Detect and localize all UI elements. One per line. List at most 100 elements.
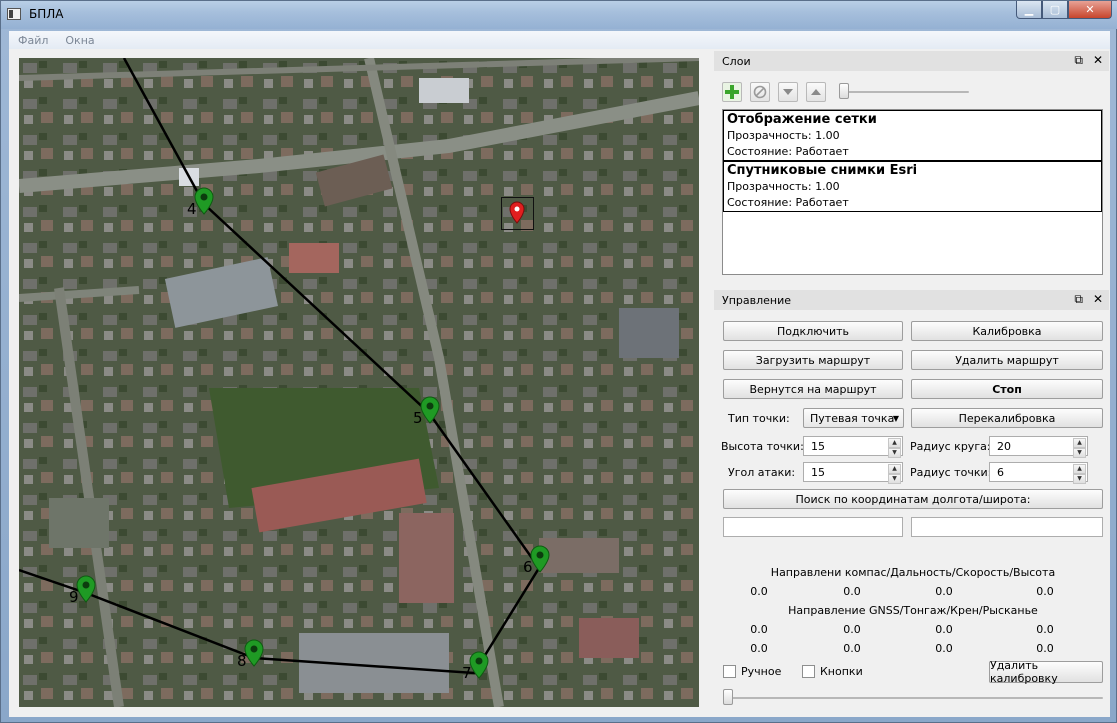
manual-checkbox[interactable]: Ручное — [723, 665, 781, 678]
waypoint-6[interactable]: 6 — [523, 544, 553, 576]
buttons-checkbox[interactable]: Кнопки — [802, 665, 863, 678]
telemetry-value: 0.0 — [935, 585, 953, 598]
delete-route-button[interactable]: Удалить маршрут — [911, 350, 1103, 370]
load-route-button[interactable]: Загрузить маршрут — [723, 350, 903, 370]
circle-radius-value: 20 — [997, 439, 1011, 453]
waypoint-8[interactable]: 8 — [237, 638, 267, 670]
layer-item[interactable]: Отображение сетки Прозрачность: 1.00 Сос… — [723, 110, 1102, 161]
menu-windows[interactable]: Окна — [65, 34, 94, 47]
title-bar[interactable]: БПЛА ▁ ▢ ✕ — [1, 1, 1117, 29]
telemetry-value: 0.0 — [1036, 623, 1054, 636]
layer-name: Спутниковые снимки Esri — [727, 163, 918, 178]
maximize-button[interactable]: ▢ — [1042, 1, 1068, 19]
point-type-select[interactable]: Путевая точка ▼ — [803, 408, 904, 428]
spin-down-icon[interactable]: ▼ — [1073, 448, 1086, 458]
waypoint-4[interactable]: 4 — [187, 186, 217, 218]
app-icon — [7, 8, 21, 20]
delete-calibration-button[interactable]: Удалить калибровку — [989, 659, 1103, 685]
attack-angle-spinbox[interactable]: 15 ▲ ▼ — [803, 462, 903, 484]
menu-file[interactable]: Файл — [18, 34, 48, 47]
triangle-down-icon — [783, 89, 793, 95]
layer-item[interactable]: Спутниковые снимки Esri Прозрачность: 1.… — [723, 161, 1102, 212]
map-canvas[interactable] — [19, 58, 699, 707]
layer-name: Отображение сетки — [727, 112, 877, 127]
undock-icon[interactable]: ⧉ — [1074, 292, 1083, 307]
longitude-input[interactable] — [723, 517, 903, 537]
spin-up-icon[interactable]: ▲ — [1073, 438, 1086, 448]
close-button[interactable]: ✕ — [1068, 1, 1112, 19]
plus-icon — [725, 85, 739, 99]
satellite-map[interactable]: 4 5 6 7 8 9 — [19, 58, 699, 707]
move-layer-down-button[interactable] — [778, 82, 798, 102]
attack-angle-label: Угол атаки: — [728, 466, 796, 479]
layers-dock-title: Слои ⧉ ✕ — [714, 51, 1109, 71]
telemetry-value: 0.0 — [935, 642, 953, 655]
waypoint-label: 9 — [69, 588, 79, 606]
telemetry-value: 0.0 — [843, 585, 861, 598]
triangle-up-icon — [811, 89, 821, 95]
latitude-input[interactable] — [911, 517, 1103, 537]
waypoint-label: 8 — [237, 652, 247, 670]
move-layer-up-button[interactable] — [806, 82, 826, 102]
connect-button[interactable]: Подключить — [723, 321, 903, 341]
return-route-button[interactable]: Вернутся на маршрут — [723, 379, 903, 399]
main-area: 4 5 6 7 8 9 Слои ⧉ ✕ Отображение сетки П… — [9, 49, 1110, 717]
telemetry-value: 0.0 — [750, 585, 768, 598]
spin-down-icon[interactable]: ▼ — [888, 474, 901, 484]
minimize-button[interactable]: ▁ — [1016, 1, 1042, 19]
waypoint-5[interactable]: 5 — [413, 395, 443, 427]
telemetry-caption-1: Направлени компас/Дальность/Скорость/Выс… — [770, 566, 1056, 579]
point-radius-value: 6 — [997, 465, 1004, 479]
buttons-label: Кнопки — [820, 665, 863, 678]
bottom-slider[interactable] — [723, 689, 733, 705]
control-dock-title: Управление ⧉ ✕ — [714, 290, 1109, 310]
red-pin-icon — [509, 201, 525, 224]
point-radius-spinbox[interactable]: 6 ▲ ▼ — [989, 462, 1088, 484]
window-title: БПЛА — [29, 7, 64, 21]
layer-state: Состояние: Работает — [727, 196, 849, 209]
stop-button[interactable]: Стоп — [911, 379, 1103, 399]
bottom-slider-track[interactable] — [725, 697, 1103, 699]
chevron-down-icon: ▼ — [892, 414, 899, 423]
layers-title: Слои — [722, 54, 751, 68]
layer-opacity-track[interactable] — [844, 91, 969, 93]
recalibrate-button[interactable]: Перекалибровка — [911, 408, 1103, 428]
waypoint-label: 4 — [187, 200, 197, 218]
spin-up-icon[interactable]: ▲ — [888, 438, 901, 448]
circle-radius-label: Радиус круга: — [910, 440, 991, 453]
target-marker[interactable] — [501, 197, 534, 230]
layer-opacity: Прозрачность: 1.00 — [727, 129, 840, 142]
point-radius-label: Радиус точки: — [910, 466, 992, 479]
spin-down-icon[interactable]: ▼ — [888, 448, 901, 458]
point-height-label: Высота точки: — [721, 440, 804, 453]
app-window: БПЛА ▁ ▢ ✕ Файл Окна 4 5 6 7 8 9 Слои ⧉ … — [0, 0, 1117, 723]
control-title: Управление — [722, 293, 792, 307]
spin-up-icon[interactable]: ▲ — [888, 464, 901, 474]
telemetry-caption-2: Направление GNSS/Тонгаж/Крен/Рысканье — [788, 604, 1038, 617]
layers-list[interactable]: Отображение сетки Прозрачность: 1.00 Сос… — [722, 109, 1103, 275]
telemetry-value: 0.0 — [1036, 585, 1054, 598]
telemetry-value: 0.0 — [843, 623, 861, 636]
checkbox-box[interactable] — [723, 665, 736, 678]
checkbox-box[interactable] — [802, 665, 815, 678]
spin-up-icon[interactable]: ▲ — [1073, 464, 1086, 474]
disable-layer-button[interactable] — [750, 82, 770, 102]
point-type-label: Тип точки: — [728, 412, 790, 425]
undock-icon[interactable]: ⧉ — [1074, 53, 1083, 68]
layers-toolbar — [722, 81, 826, 103]
waypoint-label: 7 — [462, 664, 472, 682]
search-coords-button[interactable]: Поиск по координатам долгота/широта: — [723, 489, 1103, 509]
calibrate-button[interactable]: Калибровка — [911, 321, 1103, 341]
spin-down-icon[interactable]: ▼ — [1073, 474, 1086, 484]
close-icon[interactable]: ✕ — [1093, 53, 1103, 68]
point-type-value: Путевая точка — [810, 411, 895, 425]
point-height-spinbox[interactable]: 15 ▲ ▼ — [803, 436, 903, 458]
waypoint-9[interactable]: 9 — [69, 574, 99, 606]
add-layer-button[interactable] — [722, 82, 742, 102]
waypoint-label: 6 — [523, 558, 533, 576]
layer-opacity-slider[interactable] — [839, 83, 849, 99]
waypoint-7[interactable]: 7 — [462, 650, 492, 682]
close-icon[interactable]: ✕ — [1093, 292, 1103, 307]
circle-radius-spinbox[interactable]: 20 ▲ ▼ — [989, 436, 1088, 458]
telemetry-value: 0.0 — [750, 642, 768, 655]
